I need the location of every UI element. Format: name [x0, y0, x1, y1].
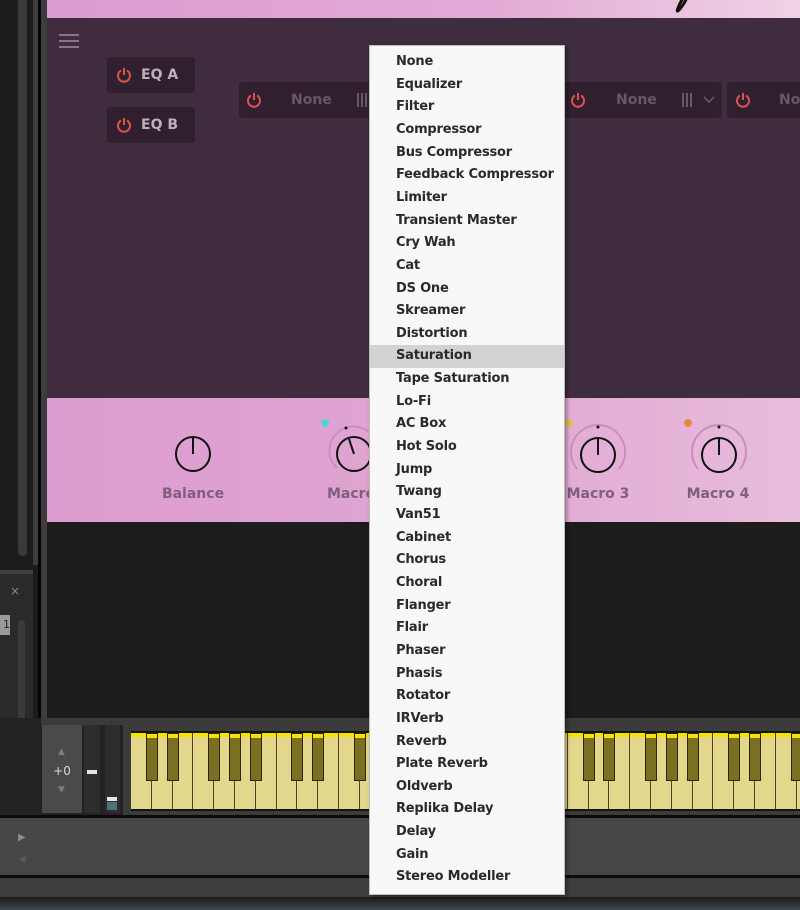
- menu-item-limiter[interactable]: Limiter: [370, 187, 564, 210]
- menu-item-compressor[interactable]: Compressor: [370, 119, 564, 142]
- eq-a-button[interactable]: EQ A: [107, 57, 195, 93]
- pitch-bend-wheel[interactable]: [84, 725, 100, 813]
- power-icon[interactable]: [116, 117, 132, 133]
- black-key[interactable]: [749, 733, 761, 781]
- effect-type-menu: None Equalizer Filter Compressor Bus Compres…: [369, 45, 565, 895]
- mod-wheel-handle[interactable]: [107, 797, 117, 801]
- menu-item-tape-saturation[interactable]: Tape Saturation: [370, 368, 564, 391]
- menu-item-phaser[interactable]: Phaser: [370, 640, 564, 663]
- black-key[interactable]: [312, 733, 325, 781]
- effect-slot-label: None: [291, 92, 332, 108]
- macro-4-label: Macro 4: [686, 486, 750, 502]
- menu-item-transient-master[interactable]: Transient Master: [370, 210, 564, 233]
- menu-item-flanger[interactable]: Flanger: [370, 595, 564, 618]
- hamburger-icon[interactable]: [59, 34, 79, 48]
- octave-down-button[interactable]: ▼: [58, 785, 65, 795]
- drag-handle-icon[interactable]: [357, 93, 369, 107]
- octave-control: ▲ +0 ▼: [42, 725, 82, 813]
- chevron-down-icon[interactable]: [703, 94, 715, 104]
- window-bottom-edge: [0, 897, 800, 910]
- channel-tag[interactable]: 1: [0, 615, 10, 635]
- menu-item-twang[interactable]: Twang: [370, 481, 564, 504]
- power-icon[interactable]: [116, 67, 132, 83]
- menu-item-lo-fi[interactable]: Lo-Fi: [370, 391, 564, 414]
- black-key[interactable]: [249, 733, 262, 781]
- mod-wheel[interactable]: [105, 725, 120, 813]
- black-key[interactable]: [603, 733, 616, 781]
- menu-item-oldverb[interactable]: Oldverb: [370, 776, 564, 799]
- menu-item-hot-solo[interactable]: Hot Solo: [370, 436, 564, 459]
- black-key[interactable]: [291, 733, 304, 781]
- eq-a-label: EQ A: [141, 67, 179, 83]
- octave-value: +0: [53, 764, 71, 778]
- menu-item-skreamer[interactable]: Skreamer: [370, 300, 564, 323]
- macro-4-knob[interactable]: [689, 423, 749, 479]
- menu-item-reverb[interactable]: Reverb: [370, 731, 564, 754]
- black-key[interactable]: [686, 733, 699, 781]
- black-key[interactable]: [645, 733, 657, 781]
- power-icon[interactable]: [570, 92, 586, 108]
- menu-item-choral[interactable]: Choral: [370, 572, 564, 595]
- menu-item-replika-delay[interactable]: Replika Delay: [370, 798, 564, 821]
- black-key[interactable]: [790, 733, 800, 781]
- expand-left-icon[interactable]: ◀: [18, 854, 26, 865]
- menu-item-irverb[interactable]: IRVerb: [370, 708, 564, 731]
- menu-item-jump[interactable]: Jump: [370, 459, 564, 482]
- left-panel-scrollbar[interactable]: [18, 0, 27, 556]
- menu-item-cabinet[interactable]: Cabinet: [370, 527, 564, 550]
- menu-item-ac-box[interactable]: AC Box: [370, 413, 564, 436]
- black-key[interactable]: [582, 733, 595, 781]
- effect-slot-label: No: [779, 92, 800, 108]
- effect-slot-2[interactable]: None: [562, 82, 722, 118]
- macro-2-knob[interactable]: [325, 422, 375, 478]
- black-key[interactable]: [229, 733, 241, 781]
- black-key[interactable]: [353, 733, 366, 781]
- menu-item-delay[interactable]: Delay: [370, 821, 564, 844]
- close-icon[interactable]: ×: [10, 585, 22, 597]
- menu-item-equalizer[interactable]: Equalizer: [370, 74, 564, 97]
- expand-right-icon[interactable]: ▶: [18, 832, 26, 843]
- menu-item-bus-compressor[interactable]: Bus Compressor: [370, 142, 564, 165]
- power-icon[interactable]: [246, 92, 262, 108]
- black-key[interactable]: [145, 733, 158, 781]
- pitch-bend-handle[interactable]: [87, 770, 97, 774]
- eq-b-label: EQ B: [141, 117, 179, 133]
- mod-wheel-level: [107, 802, 117, 810]
- menu-item-rotator[interactable]: Rotator: [370, 685, 564, 708]
- logo-swash-icon: [675, 0, 688, 13]
- menu-item-feedback-compressor[interactable]: Feedback Compressor: [370, 164, 564, 187]
- macro-3-knob[interactable]: [568, 423, 628, 479]
- octave-up-button[interactable]: ▲: [58, 747, 65, 757]
- menu-item-saturation[interactable]: Saturation: [370, 345, 564, 369]
- eq-b-button[interactable]: EQ B: [107, 107, 195, 143]
- effect-slot-label: None: [616, 92, 657, 108]
- black-key[interactable]: [728, 733, 741, 781]
- menu-item-van51[interactable]: Van51: [370, 504, 564, 527]
- menu-item-ds-one[interactable]: DS One: [370, 278, 564, 301]
- menu-item-none[interactable]: None: [370, 51, 564, 74]
- power-icon[interactable]: [735, 92, 751, 108]
- effect-slot-3[interactable]: No: [727, 82, 800, 118]
- menu-item-stereo-modeller[interactable]: Stereo Modeller: [370, 866, 564, 889]
- menu-item-gain[interactable]: Gain: [370, 844, 564, 867]
- balance-knob[interactable]: [174, 435, 212, 473]
- menu-item-plate-reverb[interactable]: Plate Reverb: [370, 753, 564, 776]
- black-key[interactable]: [166, 733, 179, 781]
- menu-item-distortion[interactable]: Distortion: [370, 323, 564, 346]
- plugin-header: [47, 0, 800, 18]
- black-key[interactable]: [665, 733, 678, 781]
- menu-item-flair[interactable]: Flair: [370, 617, 564, 640]
- menu-item-chorus[interactable]: Chorus: [370, 549, 564, 572]
- macro-3-label: Macro 3: [566, 486, 630, 502]
- black-key[interactable]: [208, 733, 221, 781]
- menu-item-cry-wah[interactable]: Cry Wah: [370, 232, 564, 255]
- drag-handle-icon[interactable]: [682, 93, 694, 107]
- menu-item-cat[interactable]: Cat: [370, 255, 564, 278]
- menu-item-phasis[interactable]: Phasis: [370, 663, 564, 686]
- menu-item-filter[interactable]: Filter: [370, 96, 564, 119]
- balance-label: Balance: [161, 486, 225, 502]
